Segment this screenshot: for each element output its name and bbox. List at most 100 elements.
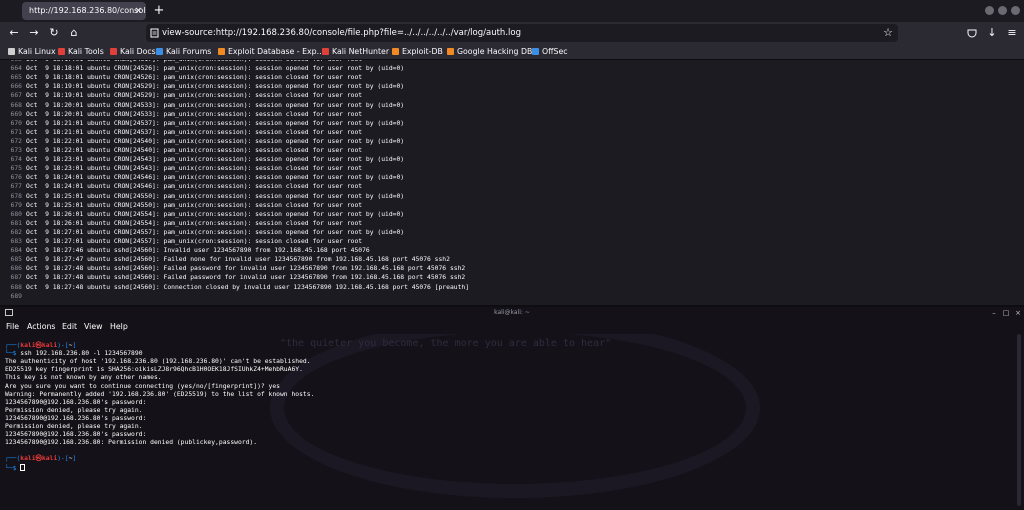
terminal-close-button[interactable]: × [1014, 309, 1022, 317]
source-line: 665 Oct 9 18:18:01 ubuntu CRON[24526]: pa… [0, 73, 363, 82]
browser-nav-bar: ← → ↻ ⌂ view-source:http://192.168.236.8… [0, 22, 1024, 44]
downloads-icon[interactable]: ↓ [984, 25, 1000, 41]
prompt-line: ┌──(kali㉿kali)-[~] [5, 342, 76, 350]
bookmark-favicon-icon [392, 48, 399, 55]
bookmark-item[interactable]: Kali Forums [156, 44, 211, 60]
terminal-cursor[interactable] [20, 463, 26, 471]
output-line: 1234567890@192.168.236.80's password: [5, 398, 147, 406]
source-line-text: Oct 9 18:17:01 ubuntu CRON[24517]: pam_u… [26, 60, 362, 63]
output-line: Permission denied, please try again. [5, 406, 143, 414]
source-line: 681 Oct 9 18:26:01 ubuntu CRON[24554]: pa… [0, 219, 363, 228]
pocket-icon[interactable] [964, 25, 980, 41]
bookmark-favicon-icon [532, 48, 539, 55]
url-bar[interactable]: view-source:http://192.168.236.80/consol… [146, 24, 898, 42]
bookmark-item[interactable]: Exploit-DB [392, 44, 443, 60]
source-line: 666 Oct 9 18:19:01 ubuntu CRON[24529]: pa… [0, 82, 405, 91]
prompt-bracket: )-[ [57, 455, 69, 463]
bookmark-star-icon[interactable]: ☆ [880, 25, 896, 41]
source-line-text: Oct 9 18:18:01 ubuntu CRON[24526]: pam_u… [26, 74, 363, 82]
prompt-user: kali㉿kali [20, 455, 58, 463]
prompt-bracket: )-[ [57, 342, 69, 349]
source-line-text: Oct 9 18:20:01 ubuntu CRON[24533]: pam_u… [26, 101, 405, 109]
terminal-menu-bar: File Actions Edit View Help [0, 319, 1024, 334]
output-line: 1234567890@192.168.236.80: Permission de… [5, 439, 258, 447]
browser-tab[interactable]: http://192.168.236.80/console × [22, 2, 146, 20]
source-line: 689 [0, 292, 26, 301]
line-number: 689 [10, 292, 22, 300]
source-line-text: Oct 9 18:21:01 ubuntu CRON[24537]: pam_u… [26, 128, 363, 136]
app-menu-icon[interactable]: ≡ [1004, 25, 1020, 41]
source-line-text: Oct 9 18:27:01 ubuntu CRON[24557]: pam_u… [26, 228, 405, 236]
line-number: 685 [10, 256, 22, 264]
source-line: 675 Oct 9 18:23:01 ubuntu CRON[24543]: pa… [0, 164, 363, 173]
line-number: 674 [10, 156, 22, 164]
source-line-text: Oct 9 18:21:01 ubuntu CRON[24537]: pam_u… [26, 119, 405, 127]
reload-icon[interactable]: ↻ [46, 25, 62, 41]
menu-actions[interactable]: Actions [27, 319, 55, 334]
back-arrow-icon[interactable]: ← [6, 25, 22, 41]
source-line-text: Oct 9 18:26:01 ubuntu CRON[24554]: pam_u… [26, 210, 405, 218]
terminal-title-bar: kali@kali: ~ – □ × [0, 307, 1024, 319]
source-line-text: Oct 9 18:23:01 ubuntu CRON[24543]: pam_u… [26, 165, 363, 173]
home-icon[interactable]: ⌂ [66, 25, 82, 41]
bookmark-item[interactable]: Google Hacking DB [447, 44, 532, 60]
bookmark-label: Google Hacking DB [457, 47, 533, 56]
terminal-scrollbar[interactable] [1017, 334, 1021, 506]
minimize-window-button[interactable] [985, 6, 994, 15]
bookmark-label: Kali Linux [18, 47, 56, 56]
line-number: 670 [10, 119, 22, 127]
command-line[interactable]: └─$ [5, 463, 26, 472]
terminal-maximize-button[interactable]: □ [1002, 309, 1010, 317]
source-line-text: Oct 9 18:24:01 ubuntu CRON[24546]: pam_u… [26, 174, 405, 182]
prompt-end: ] [72, 455, 77, 463]
bookmark-item[interactable]: Kali Linux [8, 44, 56, 60]
source-line: 683 Oct 9 18:27:01 ubuntu CRON[24557]: pa… [0, 237, 363, 246]
source-line: 668 Oct 9 18:20:01 ubuntu CRON[24533]: pa… [0, 101, 405, 110]
bookmark-label: Kali NetHunter [332, 47, 390, 56]
bookmark-favicon-icon [218, 48, 225, 55]
maximize-window-button[interactable] [998, 6, 1007, 15]
prompt-open: ┌──( [5, 342, 21, 349]
forward-arrow-icon[interactable]: → [26, 25, 42, 41]
menu-view[interactable]: View [84, 319, 103, 334]
tab-title: http://192.168.236.80/console [29, 6, 146, 15]
source-line: 673 Oct 9 18:22:01 ubuntu CRON[24540]: pa… [0, 146, 363, 155]
source-line: 686 Oct 9 18:27:48 ubuntu sshd[24560]: Fa… [0, 264, 466, 273]
output-line: Are you sure you want to continue connec… [5, 382, 280, 390]
source-line: 667 Oct 9 18:19:01 ubuntu CRON[24529]: pa… [0, 91, 363, 100]
view-source-content: 663Oct 9 18:17:01 ubuntu CRON[24517]: pa… [0, 60, 1024, 306]
bookmark-favicon-icon [8, 48, 15, 55]
source-line-text: Oct 9 18:27:47 ubuntu sshd[24560]: Faile… [26, 256, 450, 264]
terminal-title: kali@kali: ~ [494, 309, 530, 316]
output-line: Warning: Permanently added '192.168.236.… [5, 390, 315, 398]
bookmark-favicon-icon [58, 48, 65, 55]
bookmark-label: Exploit-DB [402, 47, 443, 56]
menu-file[interactable]: File [6, 319, 19, 334]
prompt-arrow: └─$ [5, 350, 17, 358]
close-window-button[interactable] [1011, 6, 1020, 15]
source-line: 678 Oct 9 18:25:01 ubuntu CRON[24550]: pa… [0, 192, 405, 201]
bookmark-item[interactable]: Exploit Database - Exp... [218, 44, 324, 60]
source-line: 664 Oct 9 18:18:01 ubuntu CRON[24526]: pa… [0, 64, 405, 73]
tab-close-icon[interactable]: × [134, 2, 142, 20]
bookmarks-bar: Kali Linux Kali Tools Kali Docs Kali Forums… [0, 44, 1024, 60]
bookmark-item[interactable]: Kali NetHunter [322, 44, 389, 60]
line-number: 687 [10, 274, 22, 282]
menu-edit[interactable]: Edit [62, 319, 77, 334]
terminal-watermark-text: "the quieter you become, the more you ar… [280, 338, 612, 349]
bookmark-item[interactable]: Kali Docs [110, 44, 156, 60]
menu-help[interactable]: Help [110, 319, 128, 334]
terminal-minimize-button[interactable]: – [990, 309, 998, 317]
bookmark-item[interactable]: OffSec [532, 44, 568, 60]
line-number: 667 [10, 92, 22, 100]
terminal-output[interactable]: "the quieter you become, the more you ar… [0, 334, 1024, 510]
output-line: 1234567890@192.168.236.80's password: [5, 414, 147, 422]
line-number: 672 [10, 137, 22, 145]
new-tab-button[interactable]: + [150, 2, 168, 20]
command-line[interactable]: └─$ ssh 192.168.236.80 -l 1234567890 [5, 350, 143, 358]
source-line: 682 Oct 9 18:27:01 ubuntu CRON[24557]: pa… [0, 228, 405, 237]
page-info-icon[interactable] [150, 28, 159, 38]
bookmark-item[interactable]: Kali Tools [58, 44, 104, 60]
source-line-text: Oct 9 18:24:01 ubuntu CRON[24546]: pam_u… [26, 183, 363, 191]
output-line: The authenticity of host '192.168.236.80… [5, 358, 311, 366]
